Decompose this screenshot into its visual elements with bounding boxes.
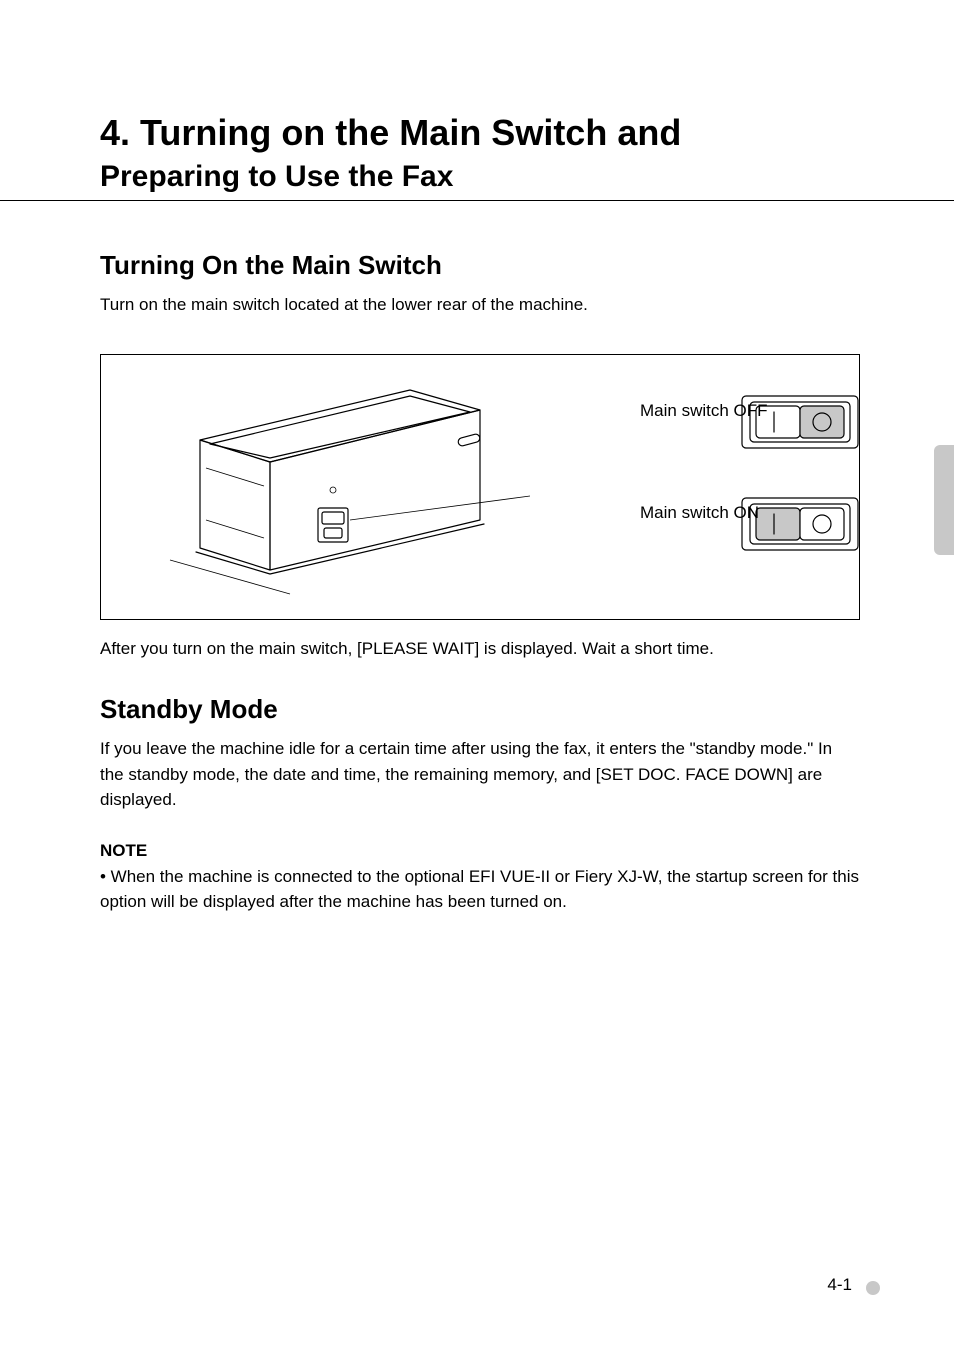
note-block: NOTE • When the machine is connected to … [100, 838, 860, 915]
intro-text: Turn on the main switch located at the l… [100, 292, 864, 318]
copier-illustration [110, 370, 550, 610]
post-figure-text: After you turn on the main switch, [PLEA… [100, 636, 864, 662]
section-heading: Turning On the Main Switch [100, 250, 442, 281]
standby-heading: Standby Mode [100, 694, 278, 725]
page-number: 4-1 [827, 1275, 852, 1295]
callout-main-switch-on: Main switch ON [640, 500, 850, 526]
header-divider [0, 200, 954, 201]
manual-page: 4. Turning on the Main Switch and Prepar… [0, 0, 954, 1351]
standby-paragraph: If you leave the machine idle for a cert… [100, 736, 860, 813]
page-title: 4. Turning on the Main Switch and [100, 112, 874, 154]
page-subtitle: Preparing to Use the Fax [100, 160, 874, 194]
page-dot-icon [866, 1281, 880, 1295]
section-tab [934, 445, 954, 555]
note-bullet: • When the machine is connected to the o… [100, 864, 860, 915]
note-label: NOTE [100, 838, 860, 864]
title-area: 4. Turning on the Main Switch and Prepar… [100, 112, 874, 194]
callout-main-switch-off: Main switch OFF [640, 398, 850, 424]
